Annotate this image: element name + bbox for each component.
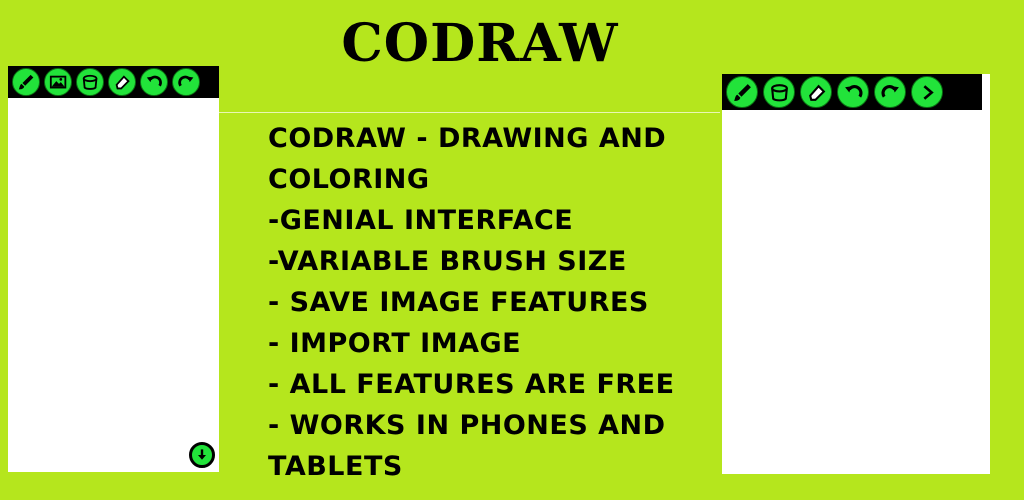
left-toolbar (8, 66, 219, 98)
right-toolbar (722, 74, 982, 110)
image-icon[interactable] (44, 68, 72, 96)
download-button[interactable] (189, 442, 215, 468)
redo-icon[interactable] (172, 68, 200, 96)
feature-line: CODRAW - DRAWING AND (268, 123, 667, 154)
brush-icon[interactable] (12, 68, 40, 96)
feature-line: -VARIABLE BRUSH SIZE (268, 246, 627, 277)
feature-line: - WORKS IN PHONES AND (268, 410, 666, 441)
paint-bucket-icon[interactable] (763, 76, 795, 108)
feature-line: - ALL FEATURES ARE FREE (268, 369, 675, 400)
undo-icon[interactable] (140, 68, 168, 96)
next-icon[interactable] (911, 76, 943, 108)
download-icon (198, 449, 206, 460)
paint-bucket-icon[interactable] (76, 68, 104, 96)
eraser-icon[interactable] (800, 76, 832, 108)
divider (218, 112, 720, 113)
left-phone-screen (8, 66, 219, 472)
feature-line: - SAVE IMAGE FEATURES (268, 287, 649, 318)
app-title: CODRAW (341, 13, 619, 74)
feature-line: - IMPORT IMAGE (268, 328, 522, 359)
feature-list: CODRAW - DRAWING AND COLORING -GENIAL IN… (268, 118, 718, 487)
brush-icon[interactable] (726, 76, 758, 108)
redo-icon[interactable] (874, 76, 906, 108)
feature-line: -GENIAL INTERFACE (268, 205, 574, 236)
undo-icon[interactable] (837, 76, 869, 108)
right-phone-screen (722, 74, 990, 474)
feature-line: COLORING (268, 164, 430, 195)
feature-line: TABLETS (268, 451, 403, 482)
eraser-icon[interactable] (108, 68, 136, 96)
